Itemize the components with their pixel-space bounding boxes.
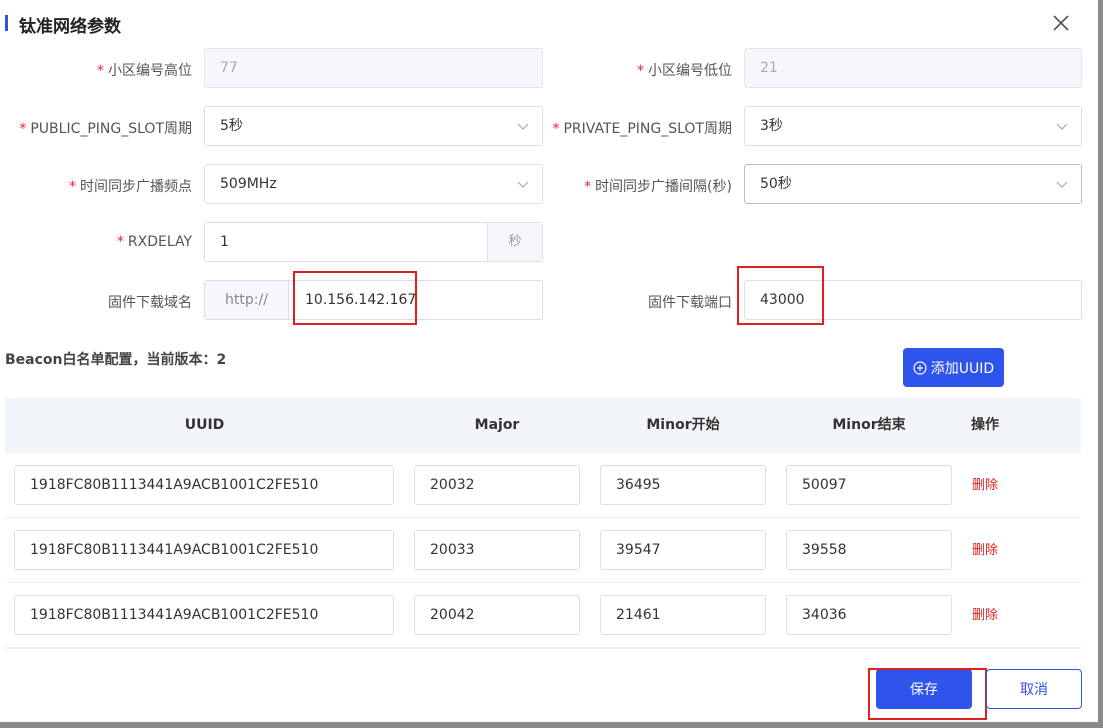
chevron-down-icon bbox=[517, 123, 529, 130]
fw-domain-value: 10.156.142.167 bbox=[305, 292, 417, 308]
public-ping-select[interactable]: 5秒 bbox=[204, 106, 543, 146]
time-sync-interval-select[interactable]: 50秒 bbox=[744, 164, 1082, 204]
uuid-input[interactable]: 1918FC80B1113441A9ACB1001C2FE510 bbox=[14, 530, 394, 570]
col-uuid: UUID bbox=[184, 417, 225, 433]
network-params-dialog: 钛准网络参数 * 小区编号高位 77 * 小区编号低位 21 * PUBLIC_PIN… bbox=[0, 0, 1098, 722]
minor-end-input[interactable]: 34036 bbox=[786, 595, 952, 635]
public-ping-label: * PUBLIC_PING_SLOT周期 bbox=[19, 121, 192, 137]
private-ping-label: * PRIVATE_PING_SLOT周期 bbox=[552, 121, 732, 137]
cell-high-input: 77 bbox=[204, 48, 543, 88]
dialog-title: 钛准网络参数 bbox=[19, 17, 121, 37]
chevron-down-icon bbox=[517, 181, 529, 188]
major-input[interactable]: 20033 bbox=[414, 530, 580, 570]
private-ping-select[interactable]: 3秒 bbox=[744, 106, 1082, 146]
col-minor-end: Minor结束 bbox=[832, 417, 906, 433]
rxdelay-input[interactable]: 1 秒 bbox=[204, 222, 543, 262]
major-input[interactable]: 20032 bbox=[414, 465, 580, 505]
fw-domain-label: 固件下载域名 bbox=[108, 295, 192, 311]
fw-port-label: 固件下载端口 bbox=[648, 295, 732, 311]
plus-circle-icon bbox=[913, 360, 927, 375]
table-row: 1918FC80B1113441A9ACB1001C2FE510 20032 3… bbox=[5, 453, 1081, 518]
time-sync-freq-select[interactable]: 509MHz bbox=[204, 164, 543, 204]
backdrop-bottom bbox=[0, 722, 1103, 728]
cell-low-input: 21 bbox=[744, 48, 1082, 88]
delete-row-link[interactable]: 删除 bbox=[972, 518, 998, 583]
http-prefix: http:// bbox=[205, 281, 289, 319]
footer-divider bbox=[5, 648, 1081, 649]
uuid-input[interactable]: 1918FC80B1113441A9ACB1001C2FE510 bbox=[14, 595, 394, 635]
dialog-header: 钛准网络参数 bbox=[0, 0, 1098, 48]
col-major: Major bbox=[474, 417, 520, 433]
delete-row-link[interactable]: 删除 bbox=[972, 583, 998, 648]
uuid-input[interactable]: 1918FC80B1113441A9ACB1001C2FE510 bbox=[14, 465, 394, 505]
table-row: 1918FC80B1113441A9ACB1001C2FE510 20042 2… bbox=[5, 583, 1081, 648]
minor-start-input[interactable]: 36495 bbox=[600, 465, 766, 505]
rxdelay-unit-suffix: 秒 bbox=[487, 223, 542, 261]
chevron-down-icon bbox=[1056, 181, 1068, 188]
col-actions: 操作 bbox=[971, 417, 999, 433]
beacon-section-title: Beacon白名单配置，当前版本：2 bbox=[5, 352, 227, 368]
cancel-button[interactable]: 取消 bbox=[986, 669, 1082, 709]
backdrop-right bbox=[1098, 0, 1103, 728]
chevron-down-icon bbox=[1056, 123, 1068, 130]
save-button[interactable]: 保存 bbox=[876, 669, 972, 709]
delete-row-link[interactable]: 删除 bbox=[972, 453, 998, 518]
minor-end-input[interactable]: 39558 bbox=[786, 530, 952, 570]
add-uuid-button[interactable]: 添加UUID bbox=[903, 348, 1004, 387]
close-icon[interactable] bbox=[1048, 10, 1074, 36]
minor-end-input[interactable]: 50097 bbox=[786, 465, 952, 505]
minor-start-input[interactable]: 39547 bbox=[600, 530, 766, 570]
cell-low-label: * 小区编号低位 bbox=[637, 63, 732, 79]
fw-port-input[interactable]: 43000 bbox=[744, 280, 1082, 320]
beacon-table-header: UUID Major Minor开始 Minor结束 操作 bbox=[5, 398, 1081, 453]
time-sync-freq-label: * 时间同步广播频点 bbox=[69, 179, 192, 195]
col-minor-start: Minor开始 bbox=[646, 417, 720, 433]
title-accent-bar bbox=[5, 15, 8, 31]
cell-high-label: * 小区编号高位 bbox=[97, 63, 192, 79]
major-input[interactable]: 20042 bbox=[414, 595, 580, 635]
table-row: 1918FC80B1113441A9ACB1001C2FE510 20033 3… bbox=[5, 518, 1081, 583]
time-sync-interval-label: * 时间同步广播间隔(秒) bbox=[584, 179, 732, 195]
fw-domain-input[interactable]: http:// 10.156.142.167 bbox=[204, 280, 543, 320]
minor-start-input[interactable]: 21461 bbox=[600, 595, 766, 635]
rxdelay-label: * RXDELAY bbox=[116, 234, 192, 250]
